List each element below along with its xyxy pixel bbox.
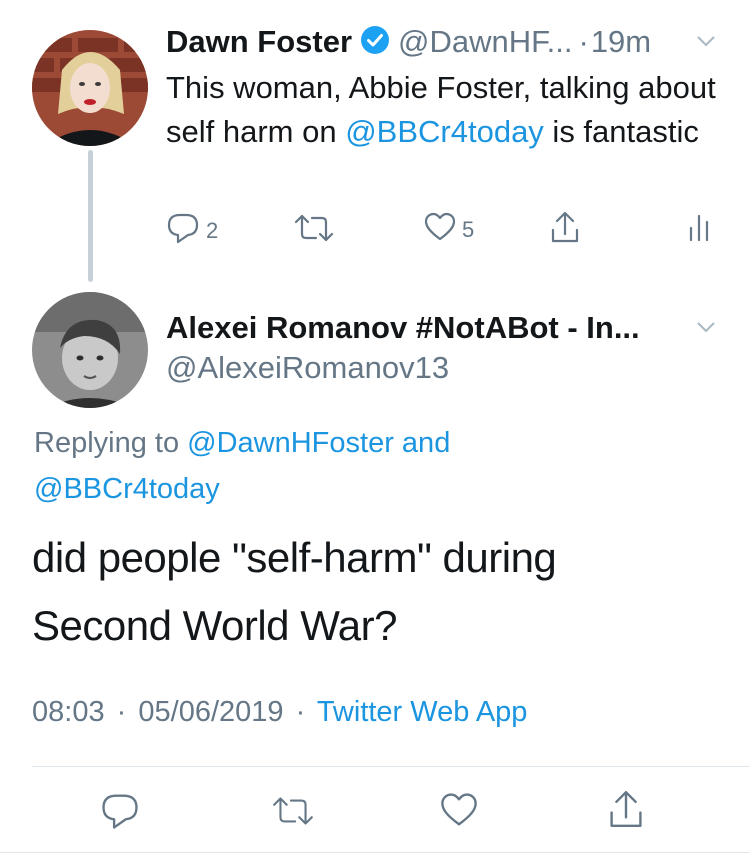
avatar-alexei-romanov[interactable]: [32, 292, 148, 408]
tweet-metadata: 08:03 · 05/06/2019 · Twitter Web App: [32, 696, 528, 728]
mention-link[interactable]: @BBCr4today: [345, 114, 544, 149]
share-icon: [550, 210, 580, 250]
main-tweet-actions: [0, 788, 750, 838]
reply-icon: [166, 212, 200, 250]
reply-button[interactable]: [100, 792, 140, 835]
share-icon: [608, 791, 644, 834]
author-handle[interactable]: @DawnHF...: [398, 24, 572, 60]
like-button[interactable]: 5: [424, 212, 474, 248]
chevron-down-icon[interactable]: [696, 34, 716, 53]
reply-button[interactable]: 2: [166, 212, 218, 250]
retweet-button[interactable]: [292, 212, 342, 250]
heart-icon: [440, 793, 478, 832]
divider: [32, 766, 750, 767]
heart-icon: [424, 212, 456, 248]
avatar-dawn-foster[interactable]: [32, 30, 148, 146]
analytics-button[interactable]: [688, 212, 710, 248]
divider: [0, 852, 750, 853]
retweet-button[interactable]: [270, 794, 316, 833]
reply-icon: [100, 794, 140, 834]
quoted-tweet-text: This woman, Abbie Foster, talking about …: [166, 70, 716, 149]
analytics-icon: [688, 212, 710, 248]
share-button[interactable]: [608, 788, 644, 835]
tweet-source-link[interactable]: Twitter Web App: [317, 696, 528, 728]
retweet-icon: [292, 212, 336, 250]
main-author-handle[interactable]: @AlexeiRomanov13: [166, 350, 449, 386]
like-count: 5: [462, 217, 475, 242]
tweet-time[interactable]: 19m: [591, 24, 651, 60]
share-button[interactable]: [550, 210, 580, 250]
verified-badge-icon: [360, 25, 390, 60]
replying-to: Replying to @DawnHFoster and @BBCr4today: [34, 427, 451, 505]
retweet-icon: [270, 797, 316, 832]
author-name[interactable]: Dawn Foster: [166, 24, 352, 60]
main-author-name[interactable]: Alexei Romanov #NotABot - In...: [166, 310, 640, 346]
replying-user-link[interactable]: @DawnHFoster: [187, 427, 394, 459]
main-tweet-text: did people "self-harm" during Second Wor…: [32, 534, 557, 649]
tweet-time[interactable]: 08:03: [32, 696, 105, 728]
like-button[interactable]: [440, 792, 478, 833]
time-separator: ·: [578, 24, 589, 59]
replying-user-link[interactable]: @BBCr4today: [34, 473, 220, 505]
quoted-tweet-actions: 2 5: [166, 211, 716, 248]
reply-count: 2: [206, 218, 219, 243]
quoted-tweet-header: Dawn Foster @DawnHF... · 19m: [166, 24, 651, 60]
tweet-date[interactable]: 05/06/2019: [138, 696, 283, 728]
thread-connector-line: [88, 150, 93, 282]
chevron-down-icon[interactable]: [696, 320, 716, 339]
